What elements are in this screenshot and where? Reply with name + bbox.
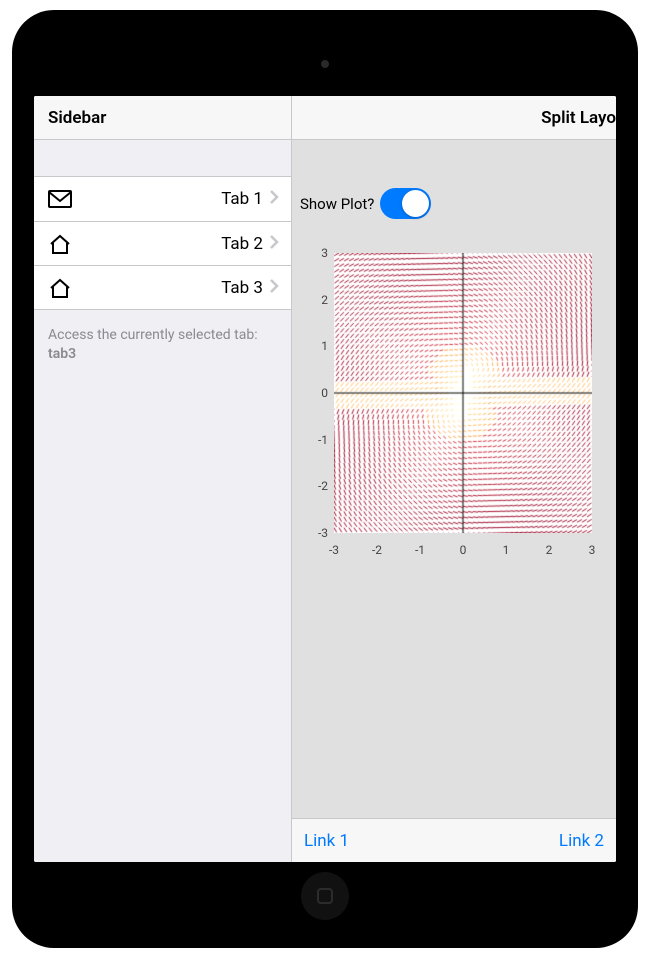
envelope-icon (48, 190, 74, 208)
x-tick: -3 (329, 543, 339, 557)
house-icon (48, 277, 74, 299)
x-tick: -2 (372, 543, 382, 557)
sidebar: Sidebar Tab 1 (34, 96, 292, 862)
app-screen: Sidebar Tab 1 (34, 96, 616, 862)
sidebar-item-label: Tab 1 (74, 189, 269, 209)
chevron-right-icon (269, 189, 279, 209)
y-tick: 1 (308, 339, 328, 353)
sidebar-list: Tab 1 Tab 2 (34, 176, 291, 310)
main-title: Split Layo (292, 96, 616, 140)
home-square-icon (317, 888, 333, 904)
sidebar-item-tab2[interactable]: Tab 2 (34, 221, 291, 265)
show-plot-toggle[interactable] (380, 188, 431, 219)
plot-area: 3 2 1 0 -1 -2 -3 -3 -2 -1 0 1 2 (308, 253, 592, 563)
x-tick: -1 (415, 543, 425, 557)
sidebar-item-tab1[interactable]: Tab 1 (34, 177, 291, 221)
sidebar-note: Access the currently selected tab: tab3 (34, 310, 291, 380)
footer-link-1[interactable]: Link 1 (304, 831, 349, 851)
sidebar-item-label: Tab 2 (74, 234, 269, 254)
chevron-right-icon (269, 234, 279, 254)
toggle-thumb (402, 190, 429, 217)
sidebar-item-tab3[interactable]: Tab 3 (34, 265, 291, 309)
footer-link-2[interactable]: Link 2 (559, 831, 604, 851)
main-panel: Split Layo Show Plot? 3 2 1 0 (292, 96, 616, 862)
tablet-home-button[interactable] (301, 872, 349, 920)
sidebar-item-label: Tab 3 (74, 278, 269, 298)
sidebar-note-selected: tab3 (48, 346, 76, 362)
plot-container: 3 2 1 0 -1 -2 -3 -3 -2 -1 0 1 2 (300, 253, 608, 563)
tablet-frame: Sidebar Tab 1 (12, 10, 638, 948)
sidebar-spacer (34, 140, 291, 176)
main-content: Show Plot? 3 2 1 0 -1 -2 (292, 140, 616, 818)
footer-toolbar: Link 1 Link 2 (292, 818, 616, 862)
sidebar-note-prefix: Access the currently selected tab: (48, 327, 258, 343)
sidebar-title: Sidebar (34, 96, 291, 140)
y-tick: -2 (308, 479, 328, 493)
show-plot-row: Show Plot? (300, 188, 608, 219)
x-tick: 1 (503, 543, 510, 557)
x-tick: 2 (546, 543, 553, 557)
plot-canvas (334, 253, 592, 533)
y-tick: 2 (308, 293, 328, 307)
y-tick: 0 (308, 386, 328, 400)
y-tick: -3 (308, 526, 328, 540)
y-tick: -1 (308, 433, 328, 447)
show-plot-label: Show Plot? (300, 195, 374, 213)
x-tick: 3 (589, 543, 596, 557)
chevron-right-icon (269, 278, 279, 298)
tablet-camera (321, 60, 329, 68)
y-tick: 3 (308, 246, 328, 260)
house-icon (48, 233, 74, 255)
x-tick: 0 (460, 543, 467, 557)
